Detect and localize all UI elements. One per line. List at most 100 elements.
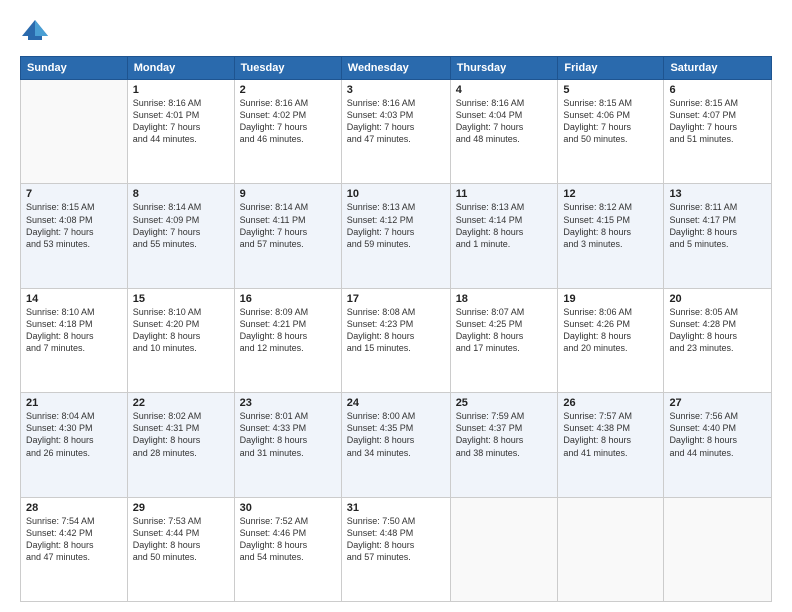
page: SundayMondayTuesdayWednesdayThursdayFrid… <box>0 0 792 612</box>
calendar-cell: 14Sunrise: 8:10 AMSunset: 4:18 PMDayligh… <box>21 288 128 392</box>
header <box>20 16 772 46</box>
calendar-cell: 15Sunrise: 8:10 AMSunset: 4:20 PMDayligh… <box>127 288 234 392</box>
day-number: 8 <box>133 188 229 200</box>
calendar-cell: 18Sunrise: 8:07 AMSunset: 4:25 PMDayligh… <box>450 288 558 392</box>
day-info: Sunrise: 8:05 AMSunset: 4:28 PMDaylight:… <box>669 306 766 355</box>
day-info: Sunrise: 8:11 AMSunset: 4:17 PMDaylight:… <box>669 201 766 250</box>
day-info: Sunrise: 8:15 AMSunset: 4:06 PMDaylight:… <box>563 97 658 146</box>
day-info: Sunrise: 7:52 AMSunset: 4:46 PMDaylight:… <box>240 515 336 564</box>
logo <box>20 16 54 46</box>
week-row-3: 14Sunrise: 8:10 AMSunset: 4:18 PMDayligh… <box>21 288 772 392</box>
day-number: 30 <box>240 502 336 514</box>
day-number: 14 <box>26 293 122 305</box>
day-number: 27 <box>669 397 766 409</box>
calendar-table: SundayMondayTuesdayWednesdayThursdayFrid… <box>20 56 772 602</box>
calendar-cell: 20Sunrise: 8:05 AMSunset: 4:28 PMDayligh… <box>664 288 772 392</box>
calendar-cell: 16Sunrise: 8:09 AMSunset: 4:21 PMDayligh… <box>234 288 341 392</box>
calendar-cell: 21Sunrise: 8:04 AMSunset: 4:30 PMDayligh… <box>21 393 128 497</box>
calendar-cell <box>664 497 772 601</box>
calendar-cell: 26Sunrise: 7:57 AMSunset: 4:38 PMDayligh… <box>558 393 664 497</box>
day-number: 18 <box>456 293 553 305</box>
day-info: Sunrise: 8:01 AMSunset: 4:33 PMDaylight:… <box>240 410 336 459</box>
day-number: 23 <box>240 397 336 409</box>
day-number: 4 <box>456 84 553 96</box>
logo-icon <box>20 16 50 46</box>
calendar-cell: 4Sunrise: 8:16 AMSunset: 4:04 PMDaylight… <box>450 80 558 184</box>
calendar-cell: 25Sunrise: 7:59 AMSunset: 4:37 PMDayligh… <box>450 393 558 497</box>
day-info: Sunrise: 7:50 AMSunset: 4:48 PMDaylight:… <box>347 515 445 564</box>
day-info: Sunrise: 8:16 AMSunset: 4:01 PMDaylight:… <box>133 97 229 146</box>
day-info: Sunrise: 8:10 AMSunset: 4:20 PMDaylight:… <box>133 306 229 355</box>
day-number: 29 <box>133 502 229 514</box>
day-info: Sunrise: 8:16 AMSunset: 4:02 PMDaylight:… <box>240 97 336 146</box>
calendar-header: SundayMondayTuesdayWednesdayThursdayFrid… <box>21 57 772 80</box>
calendar-cell: 3Sunrise: 8:16 AMSunset: 4:03 PMDaylight… <box>341 80 450 184</box>
day-info: Sunrise: 8:13 AMSunset: 4:12 PMDaylight:… <box>347 201 445 250</box>
day-number: 2 <box>240 84 336 96</box>
day-number: 25 <box>456 397 553 409</box>
day-info: Sunrise: 8:12 AMSunset: 4:15 PMDaylight:… <box>563 201 658 250</box>
day-info: Sunrise: 8:13 AMSunset: 4:14 PMDaylight:… <box>456 201 553 250</box>
week-row-2: 7Sunrise: 8:15 AMSunset: 4:08 PMDaylight… <box>21 184 772 288</box>
calendar-cell: 12Sunrise: 8:12 AMSunset: 4:15 PMDayligh… <box>558 184 664 288</box>
calendar-cell: 31Sunrise: 7:50 AMSunset: 4:48 PMDayligh… <box>341 497 450 601</box>
day-info: Sunrise: 8:16 AMSunset: 4:04 PMDaylight:… <box>456 97 553 146</box>
calendar-cell: 6Sunrise: 8:15 AMSunset: 4:07 PMDaylight… <box>664 80 772 184</box>
day-number: 3 <box>347 84 445 96</box>
header-day-tuesday: Tuesday <box>234 57 341 80</box>
calendar-cell: 17Sunrise: 8:08 AMSunset: 4:23 PMDayligh… <box>341 288 450 392</box>
day-number: 28 <box>26 502 122 514</box>
calendar-cell: 29Sunrise: 7:53 AMSunset: 4:44 PMDayligh… <box>127 497 234 601</box>
calendar-body: 1Sunrise: 8:16 AMSunset: 4:01 PMDaylight… <box>21 80 772 602</box>
day-info: Sunrise: 8:00 AMSunset: 4:35 PMDaylight:… <box>347 410 445 459</box>
calendar-cell <box>21 80 128 184</box>
day-info: Sunrise: 8:08 AMSunset: 4:23 PMDaylight:… <box>347 306 445 355</box>
day-info: Sunrise: 7:57 AMSunset: 4:38 PMDaylight:… <box>563 410 658 459</box>
day-number: 11 <box>456 188 553 200</box>
calendar-cell <box>558 497 664 601</box>
calendar-cell: 24Sunrise: 8:00 AMSunset: 4:35 PMDayligh… <box>341 393 450 497</box>
day-number: 9 <box>240 188 336 200</box>
day-number: 21 <box>26 397 122 409</box>
calendar-cell: 28Sunrise: 7:54 AMSunset: 4:42 PMDayligh… <box>21 497 128 601</box>
calendar-cell: 2Sunrise: 8:16 AMSunset: 4:02 PMDaylight… <box>234 80 341 184</box>
calendar-cell: 22Sunrise: 8:02 AMSunset: 4:31 PMDayligh… <box>127 393 234 497</box>
calendar-cell: 10Sunrise: 8:13 AMSunset: 4:12 PMDayligh… <box>341 184 450 288</box>
day-info: Sunrise: 8:10 AMSunset: 4:18 PMDaylight:… <box>26 306 122 355</box>
calendar-cell: 23Sunrise: 8:01 AMSunset: 4:33 PMDayligh… <box>234 393 341 497</box>
calendar-cell: 13Sunrise: 8:11 AMSunset: 4:17 PMDayligh… <box>664 184 772 288</box>
day-number: 24 <box>347 397 445 409</box>
day-number: 7 <box>26 188 122 200</box>
calendar-cell: 19Sunrise: 8:06 AMSunset: 4:26 PMDayligh… <box>558 288 664 392</box>
day-info: Sunrise: 7:59 AMSunset: 4:37 PMDaylight:… <box>456 410 553 459</box>
day-info: Sunrise: 8:14 AMSunset: 4:09 PMDaylight:… <box>133 201 229 250</box>
calendar-cell: 1Sunrise: 8:16 AMSunset: 4:01 PMDaylight… <box>127 80 234 184</box>
day-info: Sunrise: 8:15 AMSunset: 4:08 PMDaylight:… <box>26 201 122 250</box>
calendar-cell: 9Sunrise: 8:14 AMSunset: 4:11 PMDaylight… <box>234 184 341 288</box>
day-info: Sunrise: 7:53 AMSunset: 4:44 PMDaylight:… <box>133 515 229 564</box>
header-day-saturday: Saturday <box>664 57 772 80</box>
header-day-sunday: Sunday <box>21 57 128 80</box>
day-number: 19 <box>563 293 658 305</box>
calendar-cell: 8Sunrise: 8:14 AMSunset: 4:09 PMDaylight… <box>127 184 234 288</box>
day-number: 12 <box>563 188 658 200</box>
day-info: Sunrise: 8:07 AMSunset: 4:25 PMDaylight:… <box>456 306 553 355</box>
header-row: SundayMondayTuesdayWednesdayThursdayFrid… <box>21 57 772 80</box>
day-number: 6 <box>669 84 766 96</box>
day-number: 5 <box>563 84 658 96</box>
day-number: 31 <box>347 502 445 514</box>
day-number: 26 <box>563 397 658 409</box>
week-row-1: 1Sunrise: 8:16 AMSunset: 4:01 PMDaylight… <box>21 80 772 184</box>
day-info: Sunrise: 8:09 AMSunset: 4:21 PMDaylight:… <box>240 306 336 355</box>
day-info: Sunrise: 7:56 AMSunset: 4:40 PMDaylight:… <box>669 410 766 459</box>
calendar-cell <box>450 497 558 601</box>
day-info: Sunrise: 8:14 AMSunset: 4:11 PMDaylight:… <box>240 201 336 250</box>
day-number: 1 <box>133 84 229 96</box>
day-number: 16 <box>240 293 336 305</box>
calendar-cell: 30Sunrise: 7:52 AMSunset: 4:46 PMDayligh… <box>234 497 341 601</box>
day-number: 15 <box>133 293 229 305</box>
week-row-4: 21Sunrise: 8:04 AMSunset: 4:30 PMDayligh… <box>21 393 772 497</box>
day-info: Sunrise: 8:15 AMSunset: 4:07 PMDaylight:… <box>669 97 766 146</box>
calendar-cell: 5Sunrise: 8:15 AMSunset: 4:06 PMDaylight… <box>558 80 664 184</box>
day-info: Sunrise: 8:04 AMSunset: 4:30 PMDaylight:… <box>26 410 122 459</box>
